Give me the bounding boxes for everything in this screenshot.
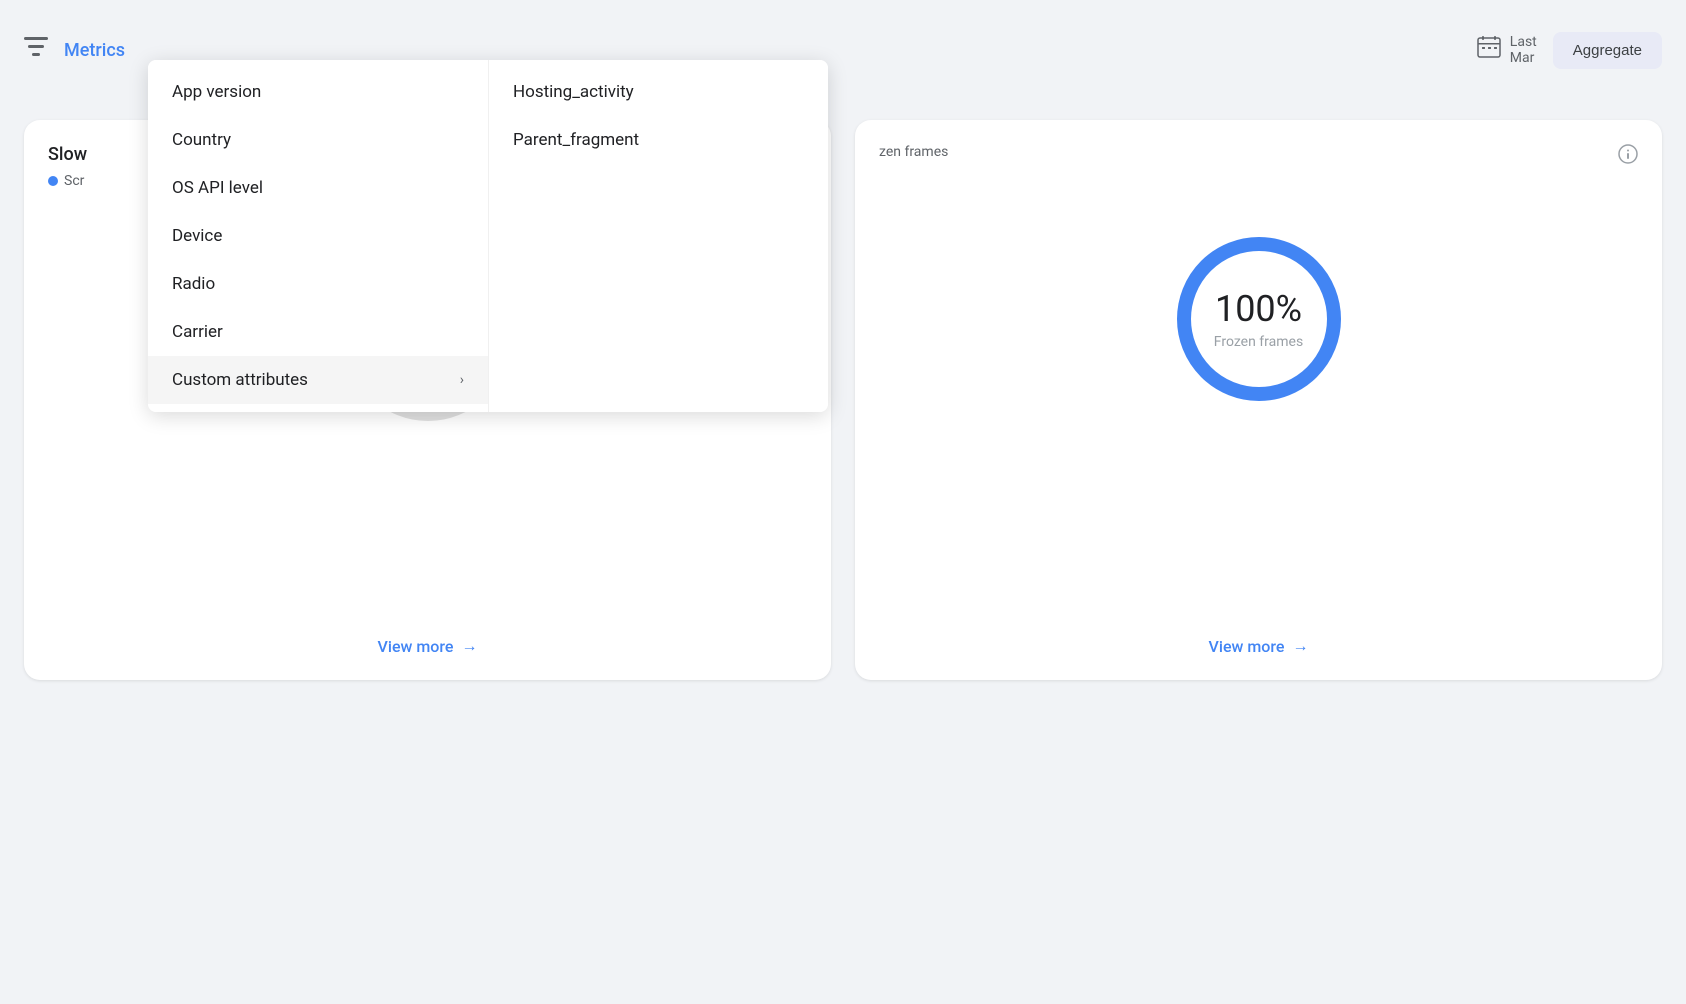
calendar-area: Last Mar bbox=[1476, 34, 1537, 66]
dropdown-left-panel: App version Country OS API level Device … bbox=[148, 60, 488, 412]
subtitle-text-1: Scr bbox=[64, 173, 84, 189]
menu-item-app-version[interactable]: App version bbox=[148, 68, 488, 116]
view-more-1[interactable]: View more → bbox=[24, 636, 831, 656]
filter-icon[interactable] bbox=[24, 37, 48, 63]
chevron-right-icon: › bbox=[460, 372, 464, 388]
dot-1 bbox=[48, 176, 58, 186]
card-title-1: Slow bbox=[48, 144, 87, 165]
view-more-2[interactable]: View more → bbox=[855, 636, 1662, 656]
menu-item-device[interactable]: Device bbox=[148, 212, 488, 260]
menu-item-radio[interactable]: Radio bbox=[148, 260, 488, 308]
date-last-label: Last bbox=[1510, 34, 1537, 50]
arrow-right-icon-2: → bbox=[1292, 636, 1308, 656]
calendar-icon bbox=[1476, 34, 1502, 66]
menu-item-carrier[interactable]: Carrier bbox=[148, 308, 488, 356]
frozen-frames-card: zen frames bbox=[855, 120, 1662, 680]
menu-item-parent-fragment[interactable]: Parent_fragment bbox=[489, 116, 828, 164]
metrics-label: Metrics bbox=[64, 40, 125, 61]
card-subtitle-2: zen frames bbox=[879, 144, 948, 160]
dropdown-menu: App version Country OS API level Device … bbox=[148, 60, 828, 412]
dropdown-right-panel: Hosting_activity Parent_fragment bbox=[488, 60, 828, 412]
menu-item-hosting-activity[interactable]: Hosting_activity bbox=[489, 68, 828, 116]
menu-item-country[interactable]: Country bbox=[148, 116, 488, 164]
date-mar-label: Mar bbox=[1510, 50, 1537, 66]
menu-item-os-api-level[interactable]: OS API level bbox=[148, 164, 488, 212]
filter-area: Metrics bbox=[24, 37, 125, 63]
donut-area-2: 100% Frozen frames bbox=[879, 189, 1638, 449]
donut-center-2: 100% Frozen frames bbox=[1214, 288, 1303, 350]
menu-item-custom-attributes[interactable]: Custom attributes › bbox=[148, 356, 488, 404]
donut-container-2: 100% Frozen frames bbox=[1159, 219, 1359, 419]
aggregate-button[interactable]: Aggregate bbox=[1553, 32, 1662, 69]
donut-percent-2: 100% bbox=[1214, 288, 1303, 330]
arrow-right-icon-1: → bbox=[461, 636, 477, 656]
top-right: Last Mar Aggregate bbox=[1476, 32, 1662, 69]
card-subtitle-1: Scr bbox=[48, 173, 87, 189]
donut-label-2: Frozen frames bbox=[1214, 334, 1303, 350]
info-icon-2 bbox=[1618, 144, 1638, 169]
card-header-2: zen frames bbox=[879, 144, 1638, 169]
subtitle-text-2: zen frames bbox=[879, 144, 948, 160]
